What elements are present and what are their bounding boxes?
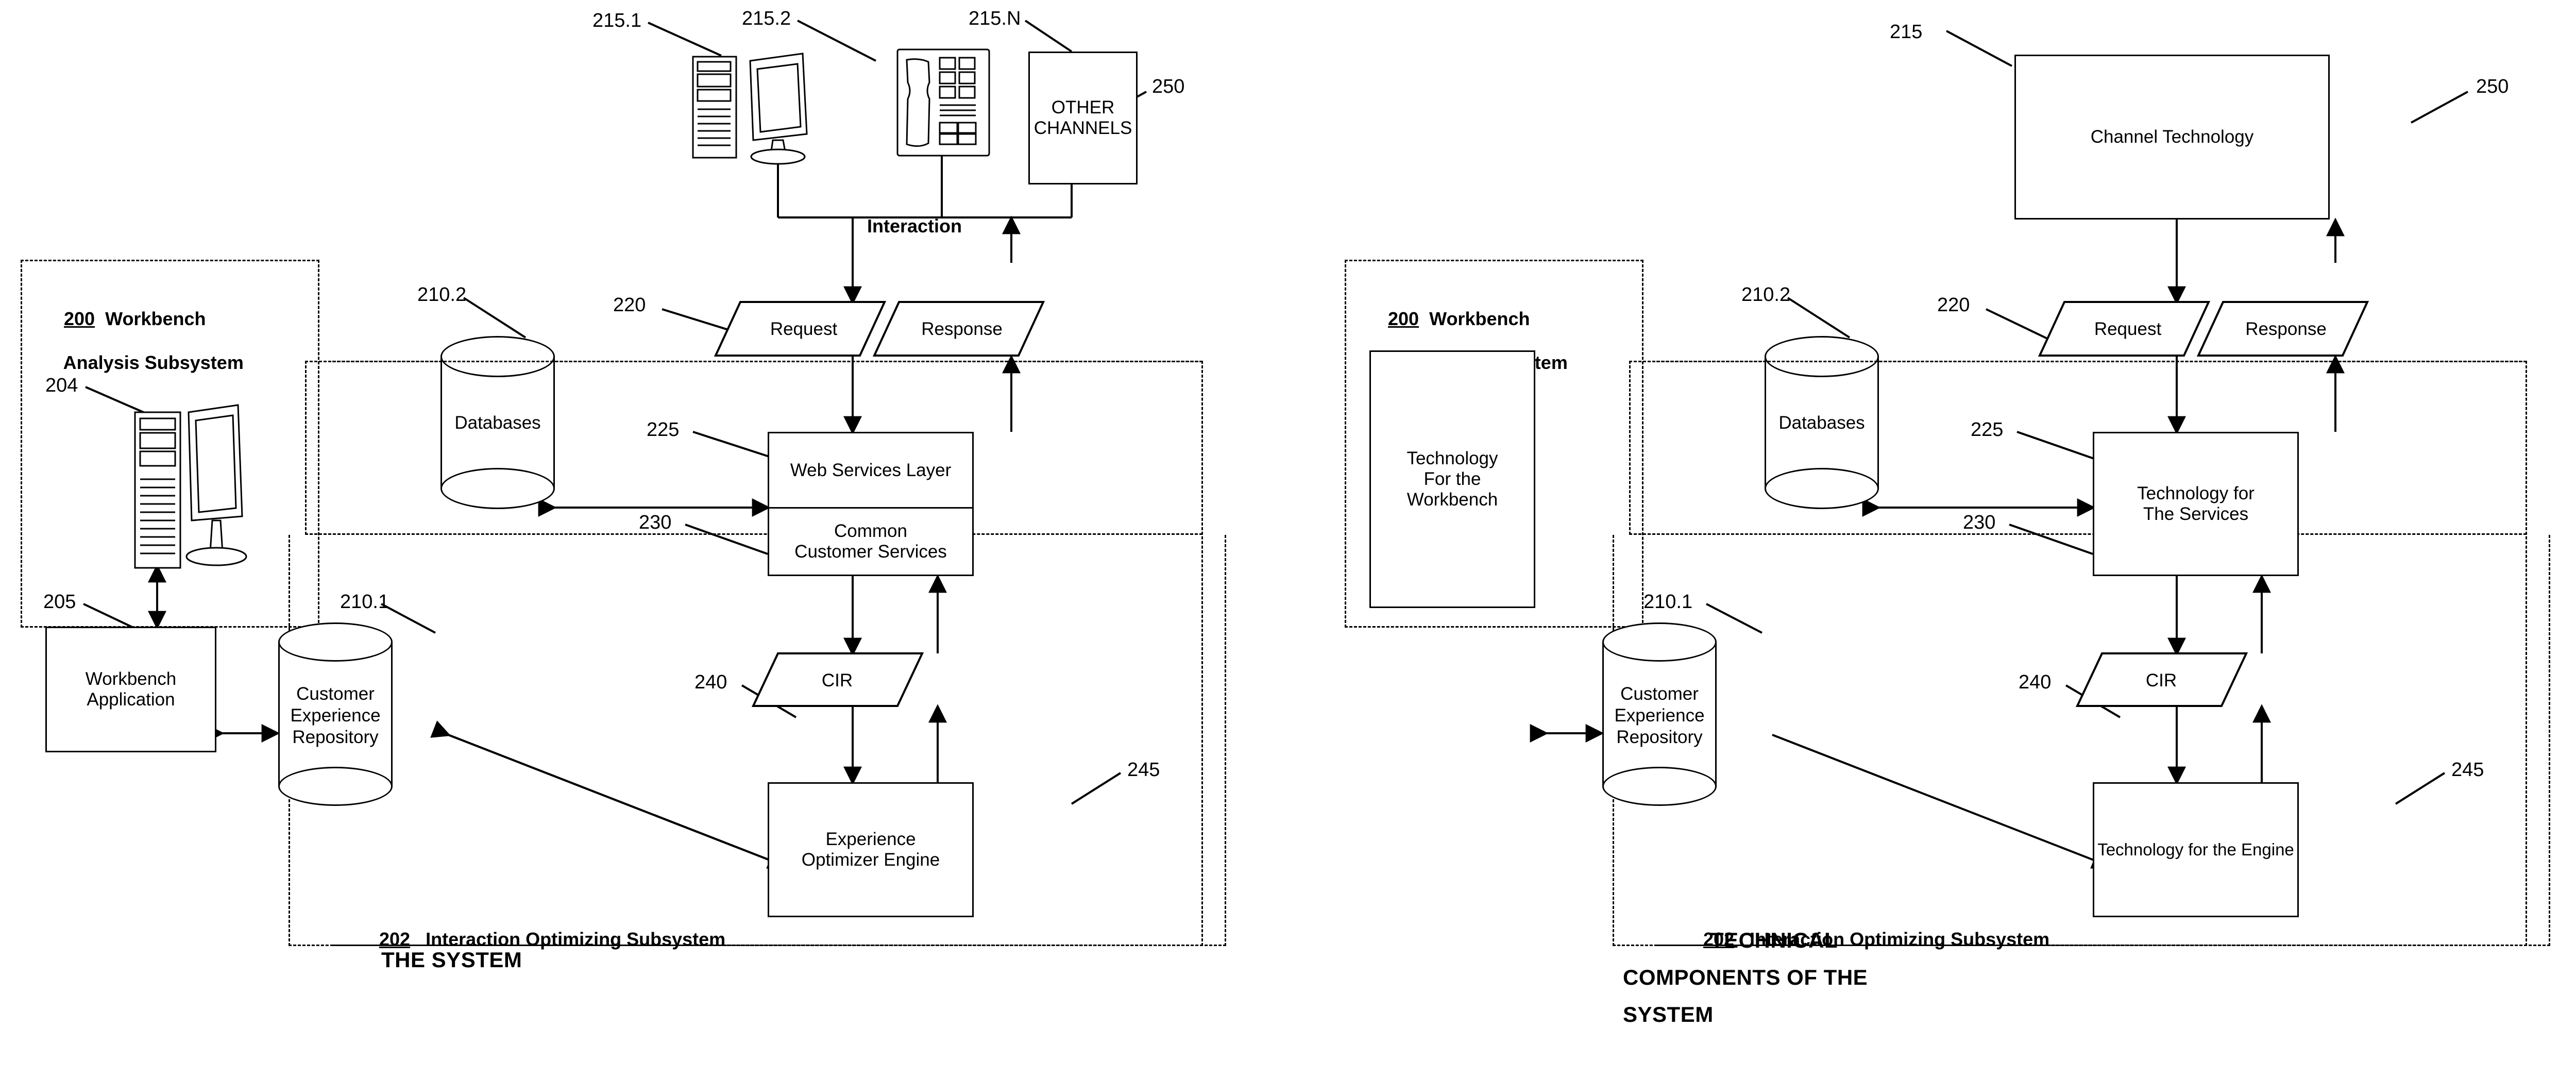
tech-services-line1: Technology for	[2137, 483, 2255, 503]
interaction-label: Interaction	[867, 215, 962, 237]
caption-technical-line2: COMPONENTS OF THE	[1623, 965, 1868, 989]
caption-technical-line3: SYSTEM	[1623, 1002, 1714, 1026]
ref-204: 204	[45, 375, 78, 396]
ref-215-2: 215.2	[742, 8, 791, 29]
ref-240-left: 240	[694, 671, 727, 693]
caption-the-system: THE SYSTEM	[381, 948, 522, 972]
experience-optimizer-engine-box: Experience Optimizer Engine	[768, 782, 974, 917]
patent-figure: 215.1 215.2 215.N OTHER CHANNELS Interac…	[0, 0, 2576, 1078]
ref-230-right: 230	[1963, 512, 1996, 533]
ref-200-left: 200	[64, 308, 95, 330]
caption-technical-line1: TECHNICAL	[1710, 928, 1838, 952]
ref-240-right: 240	[2019, 671, 2052, 693]
workbench-title2-left: Analysis Subsystem	[63, 352, 244, 374]
tech-workbench-line1: Technology	[1406, 448, 1498, 468]
interaction-subsystem-right-top	[1656, 361, 2527, 946]
technology-for-workbench-box: Technology For the Workbench	[1369, 350, 1535, 608]
ref-220-right: 220	[1937, 294, 1970, 316]
ref-220-left: 220	[613, 294, 646, 316]
ref-215-1: 215.1	[592, 10, 642, 31]
repo-line1-left: Customer	[296, 684, 375, 704]
workbench-title-right: Workbench	[1429, 308, 1530, 330]
ref-210-2-right: 210.2	[1741, 284, 1791, 306]
ref-225-right: 225	[1971, 419, 2004, 441]
workbench-app-line2: Application	[87, 689, 175, 710]
cir-label-right: CIR	[2145, 670, 2177, 690]
repo-line3-right: Repository	[1616, 727, 1703, 747]
ref-230-left: 230	[639, 512, 672, 533]
databases-label-left: Databases	[454, 413, 541, 433]
engine-line2-left: Optimizer Engine	[801, 850, 940, 870]
channel-technology-box: Channel Technology	[2014, 55, 2330, 220]
repo-line3-left: Repository	[292, 727, 379, 747]
tech-services-line2: The Services	[2143, 504, 2249, 524]
databases-label-right: Databases	[1778, 413, 1865, 433]
channel-technology-label: Channel Technology	[2090, 127, 2254, 147]
ref-215-n: 215.N	[969, 8, 1021, 29]
ref-215-right: 215	[1890, 21, 1923, 43]
cir-label-left: CIR	[821, 670, 853, 690]
workbench-application-box: Workbench Application	[45, 627, 216, 752]
workbench-title-left: Workbench	[105, 308, 206, 330]
repo-line2-right: Experience	[1614, 705, 1705, 726]
workbench-subsystem-title-left: 200 Workbench Analysis Subsystem	[43, 287, 311, 396]
response-label-right: Response	[2245, 319, 2327, 339]
ref-205: 205	[43, 591, 76, 613]
workbench-app-line1: Workbench	[85, 669, 177, 689]
request-label-right: Request	[2094, 319, 2162, 339]
ref-210-2-left: 210.2	[417, 284, 467, 306]
technology-for-services-box: Technology for The Services	[2093, 432, 2299, 576]
services-box-left: Web Services Layer Common Customer Servi…	[768, 432, 974, 576]
ref-200-right: 200	[1388, 308, 1419, 330]
tech-workbench-line3: Workbench	[1406, 490, 1498, 510]
engine-line1-left: Experience	[825, 829, 916, 849]
other-channels-line2: CHANNELS	[1033, 118, 1132, 138]
ref-225-left: 225	[647, 419, 680, 441]
ref-250-left: 250	[1152, 76, 1185, 97]
other-channels-line1: OTHER	[1051, 97, 1115, 117]
ref-245-right: 245	[2451, 759, 2484, 781]
ref-245-left: 245	[1127, 759, 1160, 781]
services-divider	[769, 507, 972, 509]
tech-engine-label: Technology for the Engine	[2097, 840, 2294, 859]
repo-line1-right: Customer	[1620, 684, 1699, 704]
response-label-left: Response	[921, 319, 1003, 339]
common-customer-services-line2: Customer Services	[794, 542, 947, 562]
other-channels-box: OTHER CHANNELS	[1028, 52, 1138, 184]
ref-250-right: 250	[2476, 76, 2509, 97]
technology-for-engine-box: Technology for the Engine	[2093, 782, 2299, 917]
request-label-left: Request	[770, 319, 838, 339]
tech-workbench-line2: For the	[1423, 469, 1481, 489]
common-customer-services-line1: Common	[834, 521, 907, 541]
repo-line2-left: Experience	[290, 705, 381, 726]
web-services-layer-label: Web Services Layer	[790, 460, 952, 480]
